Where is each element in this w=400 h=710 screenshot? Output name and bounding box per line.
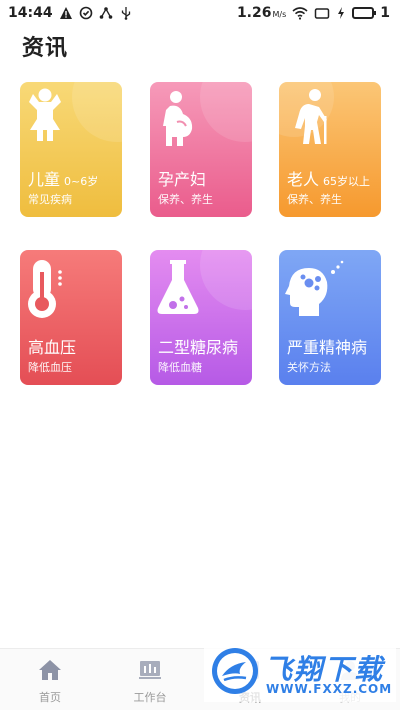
watermark: 飞翔下载 WWW.FXXZ.COM bbox=[204, 640, 396, 702]
watermark-logo-icon bbox=[212, 648, 258, 694]
child-icon bbox=[29, 88, 61, 141]
card-elderly[interactable]: 老人 65岁以上 保养、养生 bbox=[279, 82, 381, 217]
sim-number: 1 bbox=[380, 5, 390, 21]
card-desc: 关怀方法 bbox=[287, 361, 331, 374]
check-circle-icon bbox=[79, 6, 92, 20]
charging-bolt-icon bbox=[338, 7, 345, 19]
clock: 14:44 bbox=[8, 5, 53, 21]
card-desc: 降低血压 bbox=[28, 361, 72, 374]
card-hypertension[interactable]: 高血压 降低血压 bbox=[20, 250, 122, 385]
battery-icon bbox=[352, 7, 377, 19]
card-title: 孕产妇 bbox=[158, 170, 207, 189]
wifi-icon bbox=[292, 7, 308, 20]
warning-icon bbox=[59, 7, 72, 19]
card-title: 二型糖尿病 bbox=[158, 338, 239, 357]
card-children[interactable]: 儿童 0~6岁 常见疾病 bbox=[20, 82, 122, 217]
card-title: 儿童 0~6岁 bbox=[28, 170, 99, 189]
head-mind-icon bbox=[285, 260, 344, 316]
share-network-icon bbox=[99, 7, 112, 19]
card-desc: 降低血糖 bbox=[158, 361, 202, 374]
network-speed: 1.26M/s bbox=[236, 5, 287, 21]
watermark-url: WWW.FXXZ.COM bbox=[266, 682, 393, 696]
card-desc: 保养、养生 bbox=[287, 193, 342, 206]
card-title: 严重精神病 bbox=[287, 338, 368, 357]
status-bar-right: 1.26M/s 1 bbox=[237, 5, 390, 21]
pregnant-woman-icon bbox=[163, 91, 193, 146]
card-subtitle: 65岁以上 bbox=[323, 175, 371, 188]
nav-workbench-label: 工作台 bbox=[133, 691, 167, 704]
page-title: 资讯 bbox=[22, 36, 69, 61]
nav-home-label: 首页 bbox=[39, 691, 61, 704]
status-bar-left: 14:44 bbox=[8, 5, 133, 21]
elderly-icon bbox=[295, 89, 327, 144]
card-diabetes[interactable]: 二型糖尿病 降低血糖 bbox=[150, 250, 252, 385]
thermometer-icon bbox=[28, 260, 62, 318]
screen-cast-icon bbox=[315, 8, 330, 19]
workbench-icon bbox=[139, 661, 161, 679]
card-title: 老人 65岁以上 bbox=[287, 170, 371, 189]
status-bar: 14:44 1.26M/s 1 bbox=[0, 0, 400, 26]
card-subtitle: 0~6岁 bbox=[64, 175, 99, 188]
flask-icon bbox=[157, 260, 199, 314]
card-mental-illness[interactable]: 严重精神病 关怀方法 bbox=[279, 250, 381, 385]
card-title: 高血压 bbox=[28, 338, 77, 357]
card-desc: 保养、养生 bbox=[158, 193, 213, 206]
nav-home[interactable]: 首页 bbox=[10, 649, 90, 710]
nav-workbench[interactable]: 工作台 bbox=[110, 649, 190, 710]
home-icon bbox=[39, 660, 61, 680]
card-pregnant[interactable]: 孕产妇 保养、养生 bbox=[150, 82, 252, 217]
category-grid: 儿童 0~6岁 常见疾病 孕产妇 保养、养生 老人 65岁以上 保养、养生 高血… bbox=[20, 82, 382, 387]
card-desc: 常见疾病 bbox=[28, 193, 72, 206]
usb-icon bbox=[121, 7, 130, 20]
